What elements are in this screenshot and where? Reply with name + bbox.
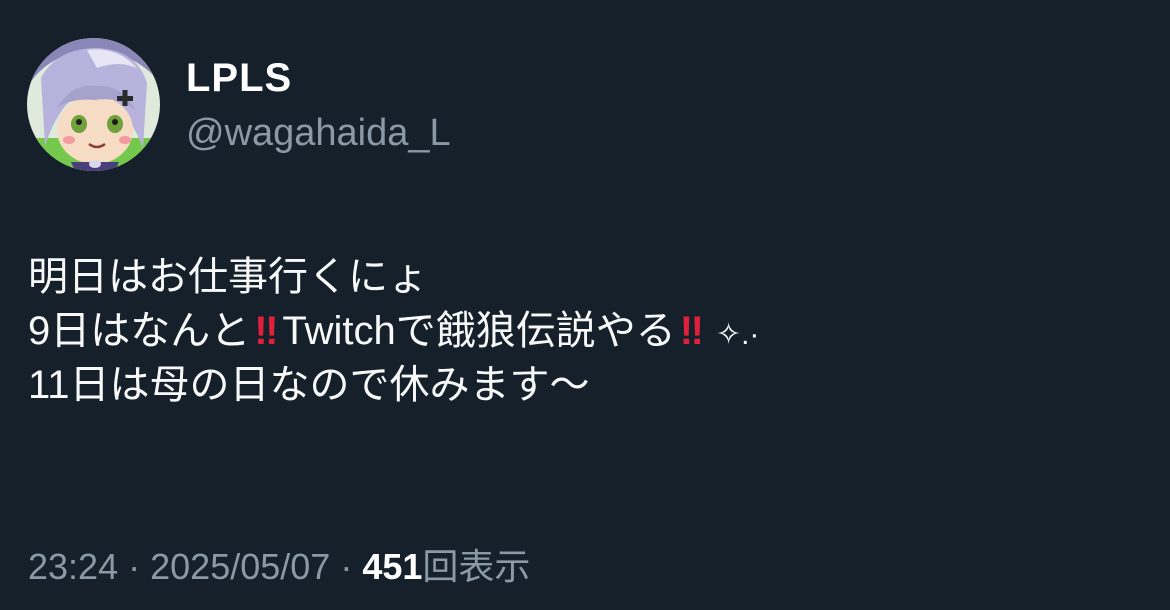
views-label[interactable]: 回表示 <box>422 546 530 587</box>
post-text: 明日はお仕事行くにょ 9日はなんと ‼ Twitchで餓狼伝説やる ‼ ✧.· 11日は… <box>28 250 1128 412</box>
meta-separator: · <box>340 546 353 587</box>
post-line-2: 9日はなんと ‼ Twitchで餓狼伝説やる ‼ ✧.· <box>28 304 1128 358</box>
post-date[interactable]: 2025/05/07 <box>150 546 330 587</box>
post-line-2-middle: Twitchで餓狼伝説やる <box>282 309 676 353</box>
post-line-1: 明日はお仕事行くにょ <box>28 255 428 299</box>
double-exclamation-icon: ‼ <box>679 309 704 353</box>
avatar[interactable] <box>27 38 160 171</box>
display-name[interactable]: LPLS <box>186 54 292 102</box>
user-handle[interactable]: @wagahaida_L <box>186 110 451 156</box>
post-time[interactable]: 23:24 <box>28 546 118 587</box>
meta-separator: · <box>128 546 141 587</box>
views-count[interactable]: 451 <box>362 546 422 587</box>
sparkle-icon: ✧.· <box>715 318 760 351</box>
post-meta: 23:24 · 2025/05/07 · 451回表示 <box>28 544 530 590</box>
post-line-2-prefix: 9日はなんと <box>28 309 251 353</box>
avatar-image <box>27 38 160 171</box>
post-line-3: 11日は母の日なので休みます〜 <box>28 363 590 407</box>
tweet: LPLS @wagahaida_L 明日はお仕事行くにょ 9日はなんと ‼ Twit… <box>0 0 1170 610</box>
double-exclamation-icon: ‼ <box>254 309 278 353</box>
